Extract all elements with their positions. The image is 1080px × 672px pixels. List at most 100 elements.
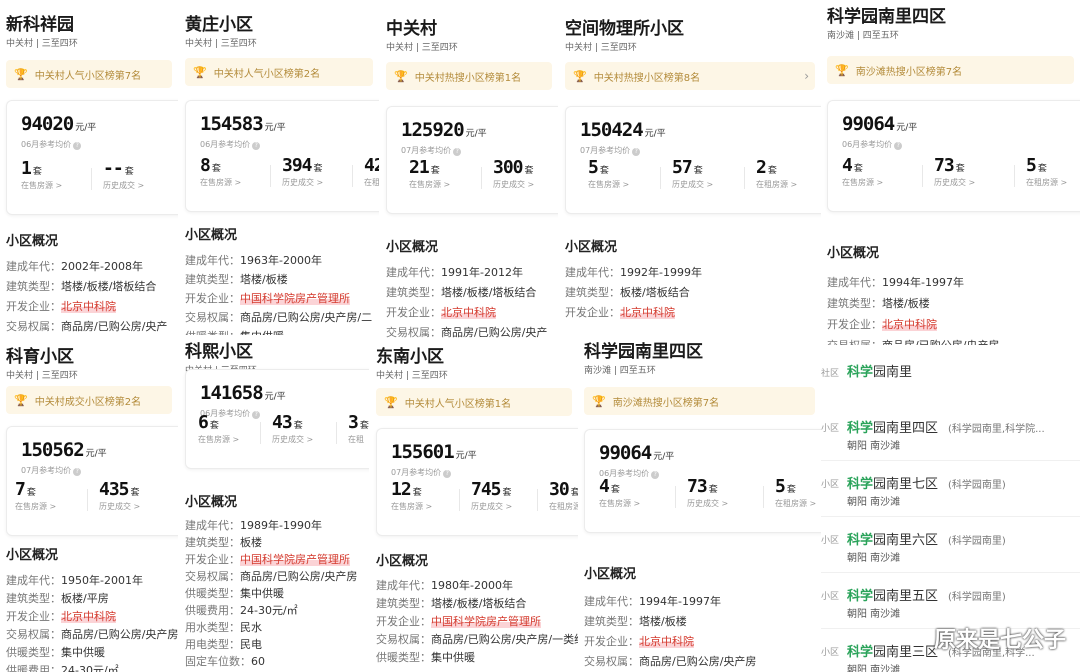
stat-item[interactable]: -- 套历史成交 > [103,158,144,191]
help-icon[interactable]: ? [252,411,261,419]
price-card: 99064 元/平 06月参考均价? 4 套在售房源 >73 套历史成交 >5 套在租房源 … [584,429,821,533]
ranking-badge[interactable]: 🏆 中关村热搜小区榜第1名 [386,62,552,90]
stat-item[interactable]: 21 套在售房源 > [409,157,450,190]
ranking-badge[interactable]: 🏆 中关村人气小区榜第2名 [185,58,373,86]
stat-item[interactable]: 30 套在租房源 [549,479,578,512]
stat-item[interactable]: 6 套在售房源 > [198,412,239,445]
stat-item[interactable]: 300 套历史成交 > [493,157,534,190]
info-key: 建成年代： [6,574,61,587]
stat-count: 300 [493,157,523,178]
neighborhood-row[interactable]: 小区 科学园南里五区 (科学园南里) 朝阳 南沙滩 [821,575,1080,629]
info-line: 交易权属：商品房/已购公房/央产房 [185,568,357,584]
community-header[interactable]: 社区 科学园南里 [821,361,912,380]
info-line: 建成年代：1991年-2012年 [386,264,523,280]
help-icon[interactable]: ? [632,148,641,156]
stat-item[interactable]: 4 套在售房源 > [842,155,883,188]
trophy-icon: 🏆 [14,67,28,81]
stat-divider [675,486,676,508]
info-line: 用电类型：民电 [185,636,262,652]
info-line: 建成年代：2002年-2008年 [6,258,143,274]
row-location: 朝阳 南沙滩 [847,441,901,452]
info-line: 开发企业：北京中科院 [6,608,116,624]
row-name-green: 科学 [847,589,874,604]
price-value: 99064 [599,442,652,464]
stat-count: 4 [599,476,610,497]
neighborhood-row[interactable]: 小区 科学园南里六区 (科学园南里) 朝阳 南沙滩 [821,519,1080,573]
info-value: 民水 [240,621,262,634]
stat-divider [352,165,353,187]
help-icon[interactable]: ? [73,142,82,150]
stat-item[interactable]: 3 套在租 [348,412,369,445]
info-value: 集中供暖 [240,587,284,600]
neighborhood-row[interactable]: 小区 科学园南里四区 (科学园南里,科学院... 朝阳 南沙滩 [821,407,1080,461]
info-key: 建筑类型： [386,286,441,299]
stat-item[interactable]: 43 套历史成交 > [272,412,313,445]
stat-item[interactable]: 7 套在售房源 > [15,479,56,512]
stat-label: 在租 [364,178,379,187]
row-location: 朝阳 南沙滩 [847,497,901,508]
stat-unit: 套 [209,421,219,431]
help-icon[interactable]: ? [651,471,660,479]
ranking-badge[interactable]: 🏆 中关村人气小区榜第1名 [376,388,572,416]
stat-unit: 套 [502,488,512,498]
stat-label: 在售房源 > [588,180,630,189]
ranking-badge[interactable]: 🏆 中关村热搜小区榜第8名 › [565,62,815,90]
stat-item[interactable]: 745 套历史成交 > [471,479,512,512]
average-price: 155601 元/平 [391,441,477,463]
stat-item[interactable]: 5 套在租房源 > [775,476,816,509]
price-unit: 元/平 [455,451,477,461]
stat-item[interactable]: 73 套历史成交 > [687,476,728,509]
ranking-badge[interactable]: 🏆 中关村人气小区榜第7名 [6,60,172,88]
stat-item[interactable]: 1 套在售房源 > [21,158,62,191]
info-key: 用电类型： [185,638,240,651]
help-icon[interactable]: ? [252,142,261,150]
stat-label: 在售房源 > [21,181,63,190]
help-icon[interactable]: ? [453,148,462,156]
ranking-badge[interactable]: 🏆 南沙滩热搜小区榜第7名 [827,56,1074,84]
help-icon[interactable]: ? [443,470,452,478]
row-tag: 小区 [821,592,840,602]
info-line: 开发企业：北京中科院 [565,304,675,320]
developer-highlight: 北京中科院 [620,306,675,319]
row-name-green: 科学 [847,533,874,548]
stat-count: 5 [1026,155,1037,176]
price-label-text: 07月参考均价 [580,146,631,155]
info-value: 塔楼/板楼/塔板结合 [441,286,537,299]
help-icon[interactable]: ? [894,142,903,150]
stat-item[interactable]: 2 套在租房源 > [756,157,797,190]
ranking-badge[interactable]: 🏆 中关村成交小区榜第2名 [6,386,172,414]
row-name: 科学园南里六区 (科学园南里) [847,529,1006,548]
stat-item[interactable]: 5 套在租房源 > [1026,155,1067,188]
price-value: 150424 [580,119,644,141]
stat-item[interactable]: 73 套历史成交 > [934,155,975,188]
info-line: 建筑类型：塔楼/板楼/塔板结合 [6,278,156,294]
stat-item[interactable]: 12 套在售房源 > [391,479,432,512]
info-line: 开发企业：北京中科院 [584,633,694,649]
help-icon[interactable]: ? [73,468,82,476]
stat-item[interactable]: 435 套历史成交 > [99,479,140,512]
info-line: 供暖费用：24-30元/㎡ [6,662,119,672]
stat-item[interactable]: 57 套历史成交 > [672,157,713,190]
stat-item[interactable]: 42 在租 [364,155,379,188]
stat-item[interactable]: 5 套在售房源 > [588,157,629,190]
neighborhood-row[interactable]: 小区 科学园南里七区 (科学园南里) 朝阳 南沙滩 [821,463,1080,517]
info-key: 建筑类型： [827,297,882,310]
info-line: 建成年代：1963年-2000年 [185,252,322,268]
stat-item[interactable]: 4 套在售房源 > [599,476,640,509]
row-name-rest: 园南里七区 [873,477,939,492]
info-line: 建成年代：1950年-2001年 [6,572,143,588]
stat-unit: 套 [124,167,134,177]
info-key: 开发企业： [6,300,61,313]
stat-item[interactable]: 8 套在售房源 > [200,155,241,188]
ranking-badge[interactable]: 🏆 南沙滩热搜小区榜第7名 [584,387,815,415]
stat-unit: 套 [570,488,578,498]
stat-item[interactable]: 394 套历史成交 > [282,155,323,188]
price-card: 99064 元/平 06月参考均价? 4 套在售房源 >73 套历史成交 >5 套在租房源 … [827,100,1080,212]
info-line: 开发企业：北京中科院 [827,316,937,332]
stat-count: 435 [99,479,129,500]
section-title: 小区概况 [185,495,238,510]
community-panel: 东南小区 中关村 | 三至四环 🏆 中关村人气小区榜第1名 155601 元/平 07月参考… [370,340,578,672]
info-value: 商品房/已购公房/央产 [61,320,168,333]
info-value: 商品房/已购公房/央产房/二 [240,311,373,324]
price-value: 94020 [21,113,74,135]
